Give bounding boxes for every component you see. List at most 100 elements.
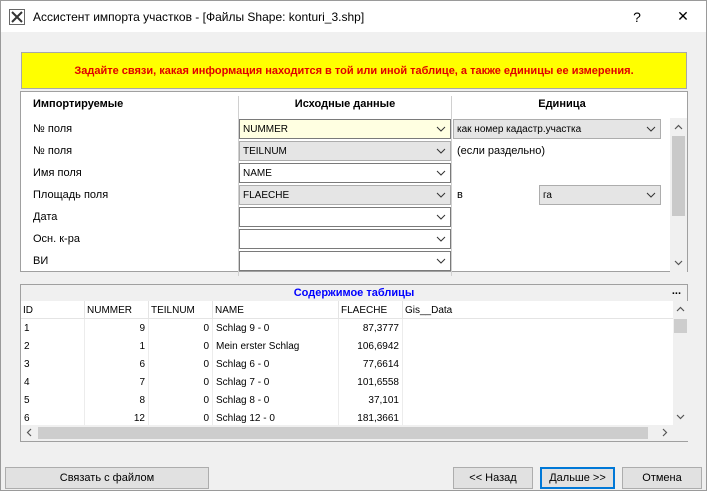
table-row[interactable]: 2 1 0 Mein erster Schlag 106,6942	[21, 337, 673, 355]
source-combo-name[interactable]: NAME	[239, 163, 451, 183]
column-header-gis-data[interactable]: Gis__Data	[403, 301, 673, 319]
source-combo-value: FLAECHE	[243, 189, 290, 201]
source-combo-value: NUMMER	[243, 123, 288, 135]
cell-nummer: 6	[85, 355, 149, 373]
chevron-down-icon	[436, 192, 446, 198]
cell-flaeche: 106,6942	[339, 337, 403, 355]
table-horizontal-scrollbar[interactable]	[21, 425, 673, 441]
column-header-flaeche[interactable]: FLAECHE	[339, 301, 403, 319]
table-row[interactable]: 6 12 0 Schlag 12 - 0 181,3661	[21, 409, 673, 425]
title-bar: Ассистент импорта участков - [Файлы Shap…	[1, 1, 706, 32]
cell-id: 3	[21, 355, 85, 373]
cell-gis-data	[403, 319, 673, 337]
cell-teilnum: 0	[149, 373, 213, 391]
cell-name: Schlag 6 - 0	[213, 355, 339, 373]
scroll-up-icon[interactable]	[673, 122, 684, 133]
source-combo-vi[interactable]	[239, 251, 451, 271]
row-label-vi: ВИ	[33, 255, 49, 267]
table-contents-panel: Содержимое таблицы ... ID NUMMER TEILNUM…	[20, 284, 688, 442]
unit-combo-area[interactable]: га	[539, 185, 661, 205]
scroll-thumb[interactable]	[38, 427, 648, 439]
cell-gis-data	[403, 337, 673, 355]
scroll-right-icon[interactable]	[659, 427, 670, 438]
header-unit: Единица	[538, 98, 586, 110]
cell-flaeche: 87,3777	[339, 319, 403, 337]
chevron-down-icon	[436, 214, 446, 220]
cell-name: Schlag 9 - 0	[213, 319, 339, 337]
back-button[interactable]: << Назад	[453, 467, 533, 489]
cell-teilnum: 0	[149, 391, 213, 409]
chevron-down-icon	[436, 236, 446, 242]
scroll-down-icon[interactable]	[673, 257, 684, 268]
unit-combo-cadastre[interactable]: как номер кадастр.участка	[453, 119, 661, 139]
column-header-name[interactable]: NAME	[213, 301, 339, 319]
unit-combo-value: га	[543, 189, 552, 201]
header-source: Исходные данные	[294, 98, 396, 110]
cell-nummer: 8	[85, 391, 149, 409]
next-button[interactable]: Дальше >>	[540, 467, 615, 489]
table-row[interactable]: 4 7 0 Schlag 7 - 0 101,6558	[21, 373, 673, 391]
scroll-thumb[interactable]	[674, 319, 687, 333]
column-header-id[interactable]: ID	[21, 301, 85, 319]
source-combo-subnumber[interactable]: TEILNUM	[239, 141, 451, 161]
table-row[interactable]: 1 9 0 Schlag 9 - 0 87,3777	[21, 319, 673, 337]
source-combo-date[interactable]	[239, 207, 451, 227]
table-row[interactable]: 5 8 0 Schlag 8 - 0 37,101	[21, 391, 673, 409]
scroll-left-icon[interactable]	[24, 427, 35, 438]
unit-combo-value: как номер кадастр.участка	[457, 123, 582, 135]
header-imported: Импортируемые	[33, 98, 124, 110]
chevron-down-icon	[436, 148, 446, 154]
table-contents-title: Содержимое таблицы	[21, 285, 687, 301]
panel-menu-button[interactable]: ...	[672, 285, 681, 297]
unit-note-separately: (если раздельно)	[457, 145, 545, 157]
cell-id: 5	[21, 391, 85, 409]
field-mapping-grid: Импортируемые Исходные данные Единица № …	[20, 91, 688, 276]
table-vertical-scrollbar[interactable]	[673, 301, 688, 425]
cancel-button[interactable]: Отмена	[622, 467, 702, 489]
scrollbar-corner	[673, 425, 688, 441]
table-row[interactable]: 3 6 0 Schlag 6 - 0 77,6614	[21, 355, 673, 373]
cell-teilnum: 0	[149, 355, 213, 373]
import-assistant-window: Ассистент импорта участков - [Файлы Shap…	[0, 0, 707, 491]
column-header-teilnum[interactable]: TEILNUM	[149, 301, 213, 319]
mapping-scrollbar[interactable]	[670, 118, 687, 272]
source-combo-field-number[interactable]: NUMMER	[239, 119, 451, 139]
scroll-down-icon[interactable]	[675, 411, 686, 422]
cell-name: Schlag 12 - 0	[213, 409, 339, 425]
scroll-up-icon[interactable]	[675, 304, 686, 315]
cell-name: Schlag 8 - 0	[213, 391, 339, 409]
instruction-text: Задайте связи, какая информация находитс…	[74, 64, 634, 77]
row-label-date: Дата	[33, 211, 58, 223]
chevron-down-icon	[646, 192, 656, 198]
column-header-nummer[interactable]: NUMMER	[85, 301, 149, 319]
cell-id: 1	[21, 319, 85, 337]
cell-nummer: 7	[85, 373, 149, 391]
cell-gis-data	[403, 409, 673, 425]
table-header: ID NUMMER TEILNUM NAME FLAECHE Gis__Data	[21, 301, 673, 319]
row-label-area: Площадь поля	[33, 189, 109, 201]
cell-nummer: 9	[85, 319, 149, 337]
chevron-down-icon	[646, 126, 656, 132]
cell-teilnum: 0	[149, 409, 213, 425]
cell-flaeche: 101,6558	[339, 373, 403, 391]
cell-teilnum: 0	[149, 337, 213, 355]
cell-id: 6	[21, 409, 85, 425]
cell-gis-data	[403, 355, 673, 373]
instruction-banner: Задайте связи, какая информация находитс…	[21, 52, 687, 89]
cell-gis-data	[403, 373, 673, 391]
cell-id: 4	[21, 373, 85, 391]
cell-gis-data	[403, 391, 673, 409]
source-combo-area[interactable]: FLAECHE	[239, 185, 451, 205]
close-button[interactable]: ✕	[660, 1, 706, 32]
cell-flaeche: 77,6614	[339, 355, 403, 373]
source-combo-value: TEILNUM	[243, 145, 287, 157]
source-combo-main-crop[interactable]	[239, 229, 451, 249]
chevron-down-icon	[436, 170, 446, 176]
row-label-field-name: Имя поля	[33, 167, 82, 179]
cell-teilnum: 0	[149, 319, 213, 337]
chevron-down-icon	[436, 126, 446, 132]
help-button[interactable]: ?	[614, 1, 660, 32]
scroll-thumb[interactable]	[672, 136, 685, 216]
link-file-button[interactable]: Связать с файлом	[5, 467, 209, 489]
cell-flaeche: 37,101	[339, 391, 403, 409]
